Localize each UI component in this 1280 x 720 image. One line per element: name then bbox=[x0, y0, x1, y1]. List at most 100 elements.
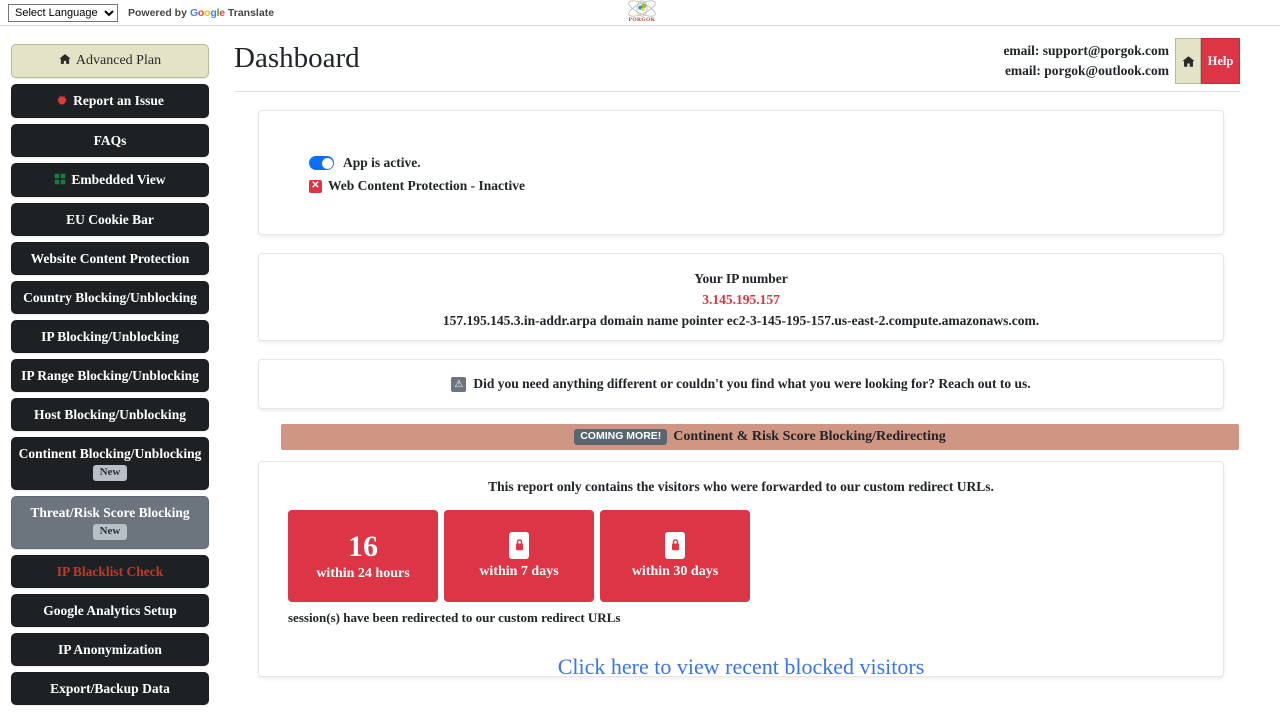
sidebar-item-label: IP Blocking/Unblocking bbox=[41, 329, 179, 344]
grid-icon bbox=[54, 173, 66, 188]
sidebar-item-ip-range-blocking-unblocking[interactable]: IP Range Blocking/Unblocking bbox=[11, 359, 209, 392]
sidebar-item-threat-risk-score-blocking[interactable]: Threat/Risk Score Blocking New bbox=[11, 496, 209, 549]
sidebar-item-embedded-view[interactable]: Embedded View bbox=[11, 163, 209, 197]
sidebar-item-label: Google Analytics Setup bbox=[43, 603, 177, 618]
powered-by-label: Powered by bbox=[128, 6, 187, 19]
sessions-note: session(s) have been redirected to our c… bbox=[288, 610, 621, 625]
language-select[interactable]: Select Language bbox=[8, 3, 118, 22]
coming-more-banner[interactable]: COMING MORE! Continent & Risk Score Bloc… bbox=[281, 424, 1239, 450]
email-support: email: support@porgok.com bbox=[1003, 43, 1169, 58]
sidebar-item-ip-blocking-unblocking[interactable]: IP Blocking/Unblocking bbox=[11, 320, 209, 353]
app-active-row: App is active. bbox=[309, 155, 1223, 171]
google-logo: Google bbox=[189, 6, 225, 19]
page-header: Dashboard email: support@porgok.com emai… bbox=[234, 26, 1240, 92]
reach-out-card[interactable]: ⚠ Did you need anything different or cou… bbox=[258, 359, 1224, 409]
coming-more-text: Continent & Risk Score Blocking/Redirect… bbox=[673, 429, 946, 444]
sidebar-item-label: Export/Backup Data bbox=[50, 681, 170, 696]
sidebar-item-label: Country Blocking/Unblocking bbox=[23, 290, 197, 305]
stat-label: within 30 days bbox=[631, 563, 719, 579]
ip-info-card: Your IP number 3.145.195.157 157.195.145… bbox=[258, 253, 1224, 341]
x-glyph: ✕ bbox=[311, 180, 320, 191]
brand-name: PORGOK bbox=[628, 17, 656, 23]
sidebar-item-continent-blocking-unblocking[interactable]: Continent Blocking/Unblocking New bbox=[11, 437, 209, 490]
sidebar-item-faqs[interactable]: FAQs bbox=[11, 124, 209, 157]
sidebar-item-text: IP Anonymization bbox=[58, 642, 162, 657]
sidebar-nav: Advanced Plan Report an Issue FAQs Embedded… bbox=[0, 26, 220, 720]
translate-label: Translate bbox=[227, 6, 275, 19]
sidebar-item-text: Embedded View bbox=[71, 172, 166, 187]
app-active-toggle[interactable] bbox=[309, 156, 334, 170]
sidebar-item-label: Embedded View bbox=[54, 172, 166, 188]
stat-box[interactable]: within 30 days bbox=[600, 510, 750, 602]
main-content: Dashboard email: support@porgok.com emai… bbox=[220, 26, 1280, 720]
view-blocked-visitors-link[interactable]: Click here to view recent blocked visito… bbox=[259, 654, 1223, 680]
sidebar-item-ip-anonymization[interactable]: IP Anonymization bbox=[11, 633, 209, 666]
email-outlook: email: porgok@outlook.com bbox=[1004, 63, 1169, 78]
porgok-atom-logo-icon bbox=[628, 0, 656, 17]
lock-icon bbox=[509, 531, 529, 559]
reach-out-text: Did you need anything different or could… bbox=[473, 376, 1031, 391]
web-protection-text: Web Content Protection - Inactive bbox=[328, 178, 525, 193]
home-icon bbox=[1181, 55, 1195, 67]
sidebar-item-text: Continent Blocking/Unblocking bbox=[18, 446, 202, 461]
stat-box[interactable]: within 7 days bbox=[444, 510, 594, 602]
stat-label: within 24 hours bbox=[316, 566, 410, 581]
stat-value: 16 bbox=[348, 530, 378, 563]
lock-icon bbox=[665, 531, 685, 559]
coming-more-badge: COMING MORE! bbox=[574, 429, 668, 445]
powered-by-google-translate: Powered by Google Translate bbox=[128, 7, 274, 19]
sidebar-item-google-analytics-setup[interactable]: Google Analytics Setup bbox=[11, 594, 209, 627]
sidebar-item-label: EU Cookie Bar bbox=[66, 212, 154, 227]
sidebar-item-export-backup-data[interactable]: Export/Backup Data bbox=[11, 672, 209, 705]
sidebar-item-label: IP Blacklist Check bbox=[57, 564, 164, 579]
porgok-logo[interactable]: PORGOK bbox=[614, 0, 670, 26]
toggle-knob bbox=[321, 157, 333, 169]
ip-label: Your IP number bbox=[694, 271, 788, 286]
sidebar-item-text: Export/Backup Data bbox=[50, 681, 170, 696]
sidebar-item-text: FAQs bbox=[93, 133, 127, 148]
help-button-label: Help bbox=[1207, 53, 1234, 68]
sidebar-item-text: Advanced Plan bbox=[75, 53, 162, 68]
sidebar-item-website-content-protection[interactable]: Website Content Protection bbox=[11, 242, 209, 275]
sidebar-item-text: IP Blocking/Unblocking bbox=[41, 329, 179, 344]
sidebar-item-text: Report an Issue bbox=[73, 93, 164, 108]
sidebar-item-label: Advanced Plan bbox=[59, 53, 161, 69]
sidebar-item-report-an-issue[interactable]: Report an Issue bbox=[11, 84, 209, 118]
sidebar-item-label: FAQs bbox=[94, 133, 127, 148]
ip-value: 3.145.195.157 bbox=[702, 292, 780, 307]
report-note: This report only contains the visitors w… bbox=[488, 479, 994, 494]
sidebar-item-new-badge: New bbox=[92, 524, 128, 540]
header-right: email: support@porgok.com email: porgok@… bbox=[1003, 38, 1240, 84]
sidebar-item-text: EU Cookie Bar bbox=[66, 212, 154, 227]
home-icon bbox=[59, 53, 71, 69]
home-button[interactable] bbox=[1175, 38, 1201, 84]
close-icon: ✕ bbox=[309, 179, 322, 193]
contact-emails: email: support@porgok.com email: porgok@… bbox=[1003, 38, 1175, 84]
warning-glyph: ⚠ bbox=[454, 378, 464, 390]
redirect-report-card: This report only contains the visitors w… bbox=[258, 461, 1224, 680]
sidebar-item-eu-cookie-bar[interactable]: EU Cookie Bar bbox=[11, 203, 209, 236]
sidebar-item-text: Country Blocking/Unblocking bbox=[23, 290, 197, 305]
sidebar-item-text: Google Analytics Setup bbox=[43, 603, 177, 618]
sidebar-item-label: Host Blocking/Unblocking bbox=[34, 407, 186, 422]
stat-box[interactable]: 16 within 24 hours bbox=[288, 510, 438, 602]
sidebar-item-label: Report an Issue bbox=[56, 93, 164, 109]
sidebar-item-host-blocking-unblocking[interactable]: Host Blocking/Unblocking bbox=[11, 398, 209, 431]
sidebar-item-text: Website Content Protection bbox=[30, 251, 190, 266]
warning-triangle-icon: ⚠ bbox=[451, 376, 467, 392]
stat-boxes: 16 within 24 hours within 7 days within 30 … bbox=[288, 510, 1223, 602]
stat-label: within 7 days bbox=[479, 563, 559, 579]
sidebar-item-label: Website Content Protection bbox=[31, 251, 190, 266]
sidebar-item-text: IP Range Blocking/Unblocking bbox=[21, 368, 199, 383]
sidebar-item-label: Threat/Risk Score Blocking bbox=[30, 505, 189, 520]
web-protection-row: ✕ Web Content Protection - Inactive bbox=[309, 178, 1223, 194]
app-status-card: App is active. ✕ Web Content Protection … bbox=[258, 110, 1224, 235]
sidebar-item-text: Host Blocking/Unblocking bbox=[34, 407, 186, 422]
sidebar-item-text: Threat/Risk Score Blocking bbox=[30, 505, 190, 520]
help-button[interactable]: Help bbox=[1201, 38, 1240, 84]
sidebar-item-advanced-plan[interactable]: Advanced Plan bbox=[11, 44, 209, 78]
bug-icon bbox=[56, 94, 68, 109]
sidebar-item-ip-blacklist-check[interactable]: IP Blacklist Check bbox=[11, 555, 209, 588]
sidebar-item-country-blocking-unblocking[interactable]: Country Blocking/Unblocking bbox=[11, 281, 209, 314]
page-title: Dashboard bbox=[234, 42, 360, 74]
